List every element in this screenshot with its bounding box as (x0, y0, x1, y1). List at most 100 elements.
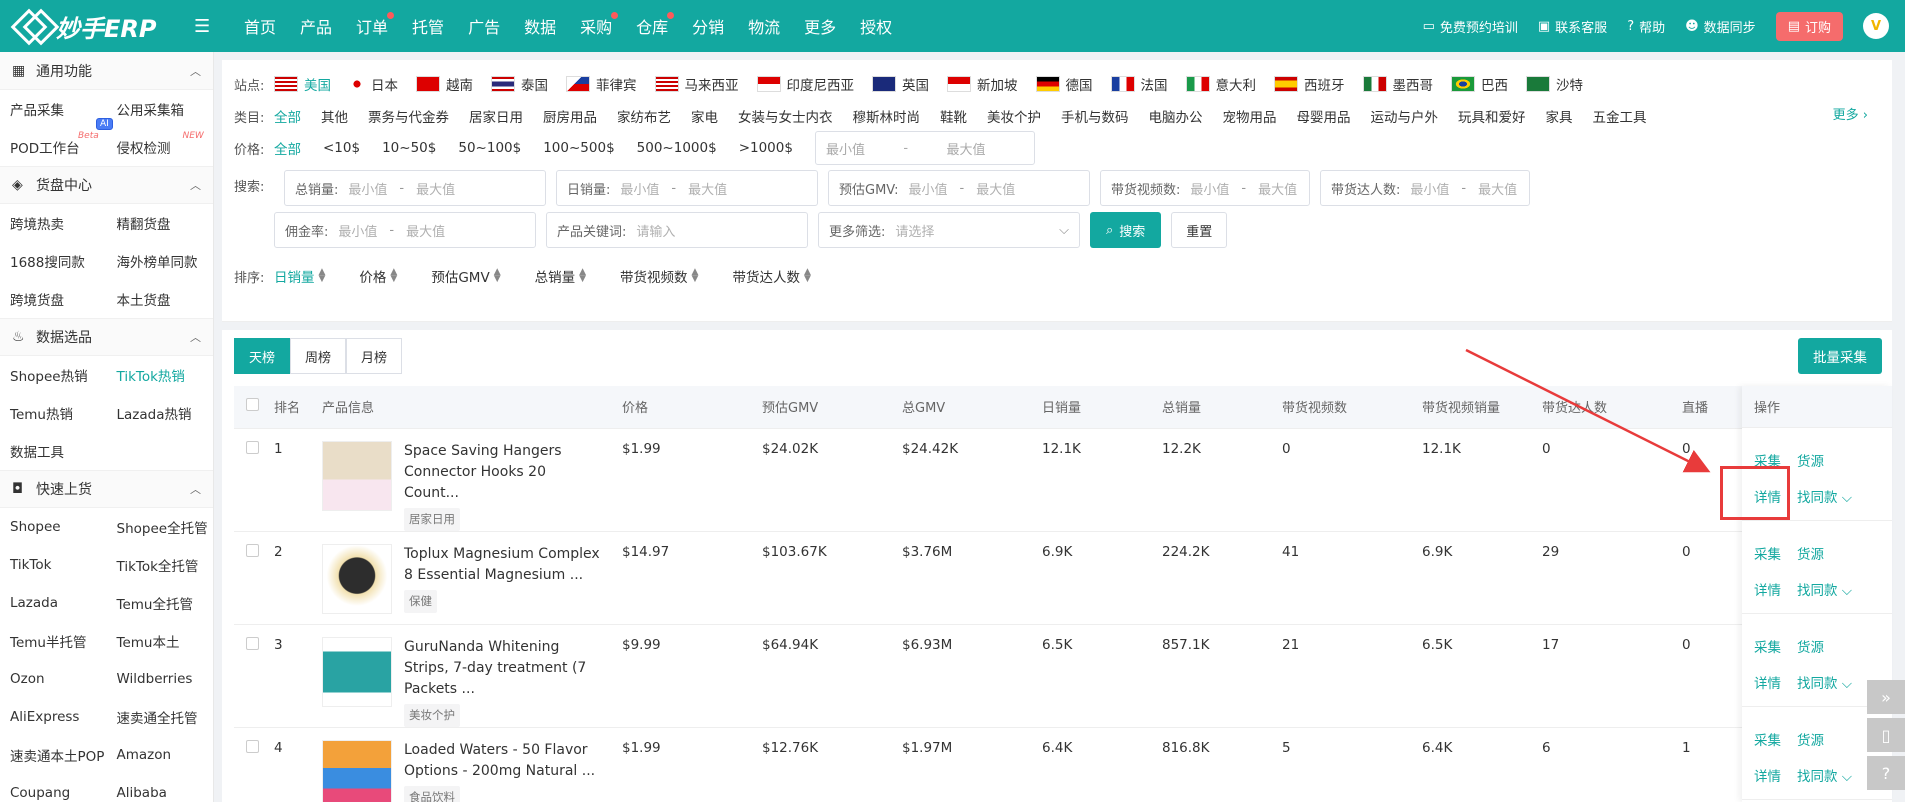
sidebar-group-general[interactable]: ▦ 通用功能 ︿ (0, 52, 213, 90)
product-thumbnail[interactable] (322, 440, 392, 511)
source-link[interactable]: 货源 (1797, 450, 1824, 470)
product-info[interactable]: Loaded Waters - 50 Flavor Options - 200m… (322, 739, 622, 802)
site-option[interactable]: 日本 (349, 74, 398, 94)
category-option[interactable]: 鞋靴 (940, 106, 967, 126)
sidebar-item[interactable]: AliExpress (0, 698, 107, 736)
price-option[interactable]: 10~50$ (382, 138, 436, 158)
product-info[interactable]: Space Saving Hangers Connector Hooks 20 … (322, 440, 622, 531)
category-option[interactable]: 美妆个护 (987, 106, 1041, 126)
tab-monthly[interactable]: 月榜 (346, 338, 403, 374)
detail-link[interactable]: 详情 (1754, 672, 1781, 692)
product-thumbnail[interactable] (322, 543, 392, 614)
tab-weekly[interactable]: 周榜 (290, 338, 347, 374)
price-option[interactable]: 全部 (274, 138, 301, 158)
sidebar-item[interactable]: Lazada (0, 584, 107, 622)
help-icon[interactable]: ? (1867, 756, 1905, 790)
sidebar-item[interactable]: 速卖通全托管 (107, 698, 214, 736)
nav-authorize[interactable]: 授权 (848, 14, 904, 38)
site-option[interactable]: 西班牙 (1274, 74, 1345, 94)
sidebar-item[interactable]: TikTok (0, 546, 107, 584)
collect-link[interactable]: 采集 (1754, 636, 1781, 656)
tab-daily[interactable]: 天榜 (234, 338, 291, 374)
sidebar-item[interactable]: 速卖通本土POP (0, 736, 107, 774)
site-option[interactable]: 美国 (274, 74, 331, 94)
order-button[interactable]: ▤ 订购 (1775, 11, 1843, 41)
detail-link[interactable]: 详情 (1754, 765, 1781, 785)
help-link[interactable]: ? 帮助 (1627, 17, 1665, 36)
category-option[interactable]: 手机与数码 (1061, 106, 1129, 126)
source-link[interactable]: 货源 (1797, 636, 1824, 656)
collect-link[interactable]: 采集 (1754, 543, 1781, 563)
sidebar-group-supply[interactable]: ◈ 货盘中心 ︿ (0, 166, 213, 204)
sidebar-item[interactable]: 精翻货盘 (107, 204, 214, 242)
row-checkbox[interactable] (246, 440, 259, 454)
site-option[interactable]: 德国 (1035, 74, 1093, 94)
category-option[interactable]: 家纺布艺 (617, 106, 671, 126)
sort-option[interactable]: 日销量 ▲ ▼ (274, 266, 325, 287)
source-link[interactable]: 货源 (1797, 543, 1824, 563)
category-option[interactable]: 票务与代金券 (368, 106, 449, 126)
product-name[interactable]: GuruNanda Whitening Strips, 7-day treatm… (404, 637, 600, 700)
category-option[interactable]: 运动与户外 (1371, 106, 1439, 126)
category-option[interactable]: 厨房用品 (543, 106, 597, 126)
training-link[interactable]: ▭ 免费预约培训 (1423, 17, 1518, 36)
sort-option[interactable]: 价格 ▲ ▼ (359, 266, 397, 287)
sidebar-item[interactable]: Temu本土 (107, 622, 214, 660)
site-option[interactable]: 意大利 (1185, 74, 1256, 94)
sidebar-group-data[interactable]: ♨ 数据选品 ︿ (0, 318, 213, 356)
avatar[interactable]: V (1863, 13, 1889, 39)
keyword-input[interactable]: 产品关键词: 请输入 (546, 212, 808, 248)
sidebar-item-pod[interactable]: POD工作台 Beta AI (0, 118, 113, 166)
site-option[interactable]: 印度尼西亚 (756, 74, 854, 94)
site-option[interactable]: 沙特 (1526, 74, 1583, 94)
sidebar-item-public-box[interactable]: 公用采集箱 (107, 90, 214, 128)
range-field[interactable]: 带货达人数: 最小值 - 最大值 (1320, 170, 1530, 206)
find-same-dropdown[interactable]: 找同款 ⌵ (1797, 765, 1852, 785)
commission-range-input[interactable]: 佣金率: 最小值 - 最大值 (274, 212, 536, 248)
range-field[interactable]: 日销量: 最小值 - 最大值 (556, 170, 818, 206)
nav-products[interactable]: 产品 (288, 14, 344, 38)
nav-data[interactable]: 数据 (512, 14, 568, 38)
nav-orders[interactable]: 订单 (344, 12, 400, 38)
menu-toggle-icon[interactable]: ☰ (194, 16, 214, 37)
app-logo[interactable]: 妙手ERP (0, 9, 190, 44)
sidebar-item[interactable]: Amazon (107, 736, 214, 774)
more-filter-select[interactable]: 更多筛选: 请选择 ⌵ (818, 212, 1080, 248)
sidebar-item[interactable]: Alibaba (107, 774, 214, 802)
sidebar-item[interactable]: Lazada热销 (107, 394, 214, 432)
select-all-checkbox[interactable] (246, 398, 259, 412)
sidebar-item[interactable]: Temu全托管 (107, 584, 214, 622)
find-same-dropdown[interactable]: 找同款 ⌵ (1797, 486, 1852, 506)
product-thumbnail[interactable] (322, 636, 392, 707)
mobile-icon[interactable]: ▯ (1867, 718, 1905, 752)
price-option[interactable]: >1000$ (739, 138, 793, 158)
category-option[interactable]: 五金工具 (1593, 106, 1647, 126)
sidebar-item[interactable]: 数据工具 (0, 432, 107, 470)
sidebar-item[interactable]: Wildberries (107, 660, 214, 698)
sidebar-item[interactable]: Ozon (0, 660, 107, 698)
range-field[interactable]: 预估GMV: 最小值 - 最大值 (828, 170, 1090, 206)
product-name[interactable]: Space Saving Hangers Connector Hooks 20 … (404, 441, 600, 504)
sort-option[interactable]: 总销量 ▲ ▼ (535, 266, 586, 287)
range-field[interactable]: 带货视频数: 最小值 - 最大值 (1100, 170, 1310, 206)
sidebar-group-listing[interactable]: ◘ 快速上货 ︿ (0, 470, 213, 508)
price-option[interactable]: 500~1000$ (637, 138, 717, 158)
sidebar-item[interactable]: Temu半托管 (0, 622, 107, 660)
nav-more[interactable]: 更多 (792, 14, 848, 38)
site-option[interactable]: 法国 (1110, 74, 1168, 94)
site-option[interactable]: 越南 (416, 74, 473, 94)
category-option[interactable]: 家具 (1546, 106, 1573, 126)
row-checkbox[interactable] (246, 636, 259, 650)
find-same-dropdown[interactable]: 找同款 ⌵ (1797, 672, 1852, 692)
sort-option[interactable]: 带货视频数 ▲ ▼ (620, 266, 698, 287)
site-option[interactable]: 马来西亚 (654, 74, 739, 94)
more-categories-link[interactable]: 更多 › (1833, 104, 1868, 123)
sidebar-item[interactable]: Temu热销 (0, 394, 107, 432)
nav-logistics[interactable]: 物流 (736, 14, 792, 38)
sidebar-item[interactable]: 跨境货盘 (0, 280, 107, 318)
sidebar-item-collect[interactable]: 产品采集 (0, 90, 107, 128)
product-thumbnail[interactable] (322, 739, 392, 802)
price-range-input[interactable]: 最小值 - 最大值 (814, 131, 1035, 165)
batch-collect-button[interactable]: 批量采集 (1798, 338, 1882, 374)
collect-link[interactable]: 采集 (1754, 729, 1781, 749)
